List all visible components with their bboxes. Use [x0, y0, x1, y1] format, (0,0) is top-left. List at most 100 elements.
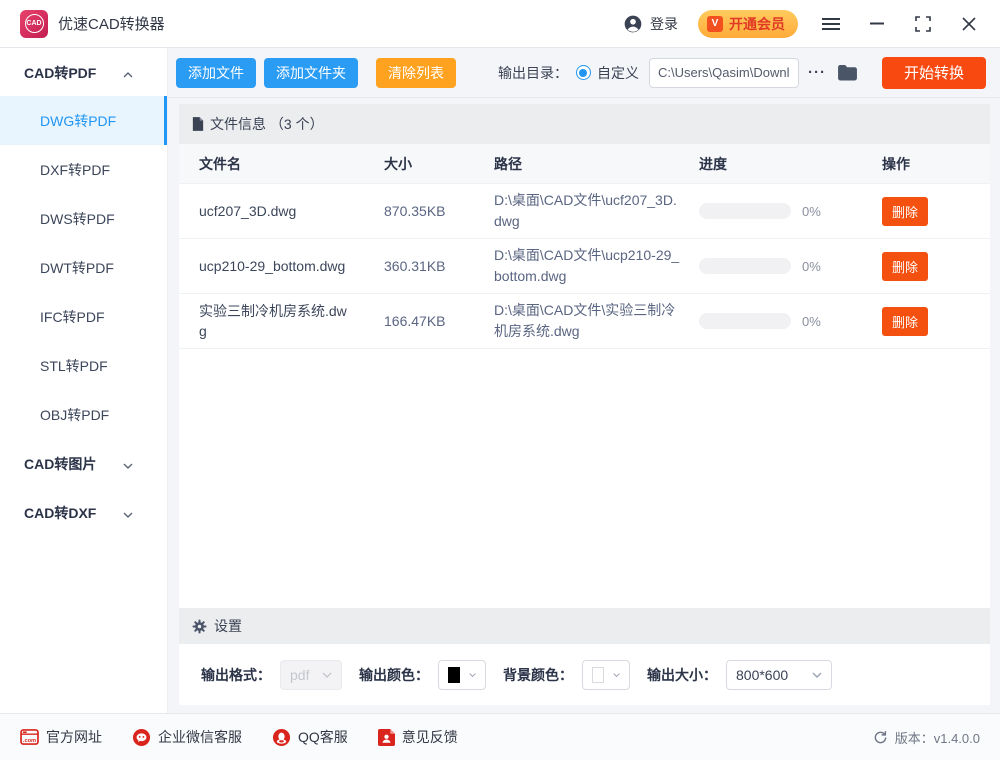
wechat-service-link[interactable]: 企业微信客服 [132, 727, 242, 747]
menu-button[interactable] [818, 11, 844, 37]
bg-color-select[interactable] [582, 660, 630, 690]
settings-header: 设置 [179, 608, 990, 644]
custom-radio[interactable] [576, 65, 591, 80]
progress-bar [699, 313, 791, 329]
table-header: 文件名 大小 路径 进度 操作 [179, 144, 990, 184]
progress-value: 0% [802, 314, 821, 329]
sidebar: CAD转PDF DWG转PDF DXF转PDF DWS转PDF DWT转PDF … [0, 48, 168, 713]
app-title: 优速CAD转换器 [58, 13, 165, 34]
file-info-title: 文件信息 （3 个） [210, 114, 324, 134]
file-info-header: 文件信息 （3 个） [179, 104, 990, 144]
file-name: ucp210-29_bottom.dwg [199, 256, 384, 276]
chevron-down-icon [123, 456, 133, 472]
chevron-down-icon [123, 505, 133, 521]
sidebar-group-cad-to-dxf[interactable]: CAD转DXF [0, 488, 167, 537]
sidebar-item-obj-to-pdf[interactable]: OBJ转PDF [0, 390, 167, 439]
titlebar: CAD 优速CAD转换器 登录 V 开通会员 [0, 0, 1000, 48]
folder-icon [837, 64, 858, 81]
output-size-label: 输出大小： [647, 665, 717, 685]
color-swatch [448, 667, 460, 683]
browse-more-button[interactable]: ··· [808, 64, 826, 81]
empty-area [179, 349, 990, 608]
file-size: 870.35KB [384, 203, 494, 219]
official-website-link[interactable]: .com 官方网址 [20, 727, 102, 747]
sidebar-group-cad-to-pdf[interactable]: CAD转PDF [0, 50, 167, 96]
custom-radio-label: 自定义 [597, 63, 639, 83]
output-size-select[interactable]: 800*600 [726, 660, 832, 690]
sidebar-item-ifc-to-pdf[interactable]: IFC转PDF [0, 292, 167, 341]
version-area: 版本：v1.4.0.0 [873, 728, 980, 747]
vip-icon: V [707, 16, 723, 32]
minimize-icon [870, 22, 884, 25]
progress-bar [699, 258, 791, 274]
bg-color-label: 背景颜色： [503, 665, 573, 685]
settings-title: 设置 [214, 616, 242, 636]
start-convert-button[interactable]: 开始转换 [882, 57, 986, 89]
output-format-label: 输出格式： [201, 665, 271, 685]
output-format-select[interactable]: pdf [280, 660, 342, 690]
progress-value: 0% [802, 259, 821, 274]
file-size: 360.31KB [384, 258, 494, 274]
version-label: 版本：v1.4.0.0 [895, 728, 980, 747]
sidebar-item-dws-to-pdf[interactable]: DWS转PDF [0, 194, 167, 243]
document-icon [192, 117, 204, 131]
svg-text:.com: .com [23, 738, 36, 744]
website-icon: .com [20, 729, 39, 745]
output-color-label: 输出颜色： [359, 665, 429, 685]
output-dir-label: 输出目录： [498, 63, 568, 83]
file-path: D:\桌面\CAD文件\ucp210-29_bottom.dwg [494, 245, 699, 287]
col-progress: 进度 [699, 154, 882, 174]
minimize-button[interactable] [864, 11, 890, 37]
feedback-icon [378, 729, 395, 746]
sidebar-group-cad-to-image[interactable]: CAD转图片 [0, 439, 167, 488]
open-folder-button[interactable] [837, 64, 858, 81]
col-action: 操作 [882, 154, 970, 174]
chevron-up-icon [123, 65, 133, 81]
main-area: 添加文件 添加文件夹 清除列表 输出目录： 自定义 ··· 开始转换 [168, 48, 1000, 713]
output-path-input[interactable] [649, 58, 799, 88]
col-size: 大小 [384, 154, 494, 174]
refresh-icon[interactable] [873, 730, 888, 745]
chevron-down-icon [322, 672, 332, 678]
delete-button[interactable]: 删除 [882, 307, 928, 336]
progress-bar [699, 203, 791, 219]
file-name: ucf207_3D.dwg [199, 201, 384, 221]
app-window: CAD 优速CAD转换器 登录 V 开通会员 [0, 0, 1000, 760]
file-name: 实验三制冷机房系统.dwg [199, 301, 384, 342]
table-row: ucf207_3D.dwg 870.35KB D:\桌面\CAD文件\ucf20… [179, 184, 990, 239]
sidebar-item-dwt-to-pdf[interactable]: DWT转PDF [0, 243, 167, 292]
qq-service-link[interactable]: QQ客服 [272, 727, 348, 747]
add-file-button[interactable]: 添加文件 [176, 58, 256, 88]
sidebar-item-dxf-to-pdf[interactable]: DXF转PDF [0, 145, 167, 194]
wechat-service-icon [132, 728, 151, 747]
table-row: ucp210-29_bottom.dwg 360.31KB D:\桌面\CAD文… [179, 239, 990, 294]
toolbar: 添加文件 添加文件夹 清除列表 输出目录： 自定义 ··· 开始转换 [168, 48, 1000, 98]
login-label: 登录 [650, 14, 678, 34]
sidebar-item-dwg-to-pdf[interactable]: DWG转PDF [0, 96, 167, 145]
delete-button[interactable]: 删除 [882, 197, 928, 226]
clear-list-button[interactable]: 清除列表 [376, 58, 456, 88]
open-vip-button[interactable]: V 开通会员 [698, 10, 798, 38]
delete-button[interactable]: 删除 [882, 252, 928, 281]
user-icon [623, 14, 643, 34]
app-logo-icon: CAD [20, 10, 48, 38]
sidebar-item-stl-to-pdf[interactable]: STL转PDF [0, 341, 167, 390]
maximize-icon [915, 16, 931, 32]
close-button[interactable] [956, 11, 982, 37]
col-filename: 文件名 [199, 154, 384, 174]
maximize-button[interactable] [910, 11, 936, 37]
qq-service-icon [272, 728, 291, 747]
chevron-down-icon [613, 672, 620, 678]
hamburger-icon [822, 17, 840, 31]
file-path: D:\桌面\CAD文件\实验三制冷机房系统.dwg [494, 300, 699, 342]
vip-label: 开通会员 [729, 14, 785, 34]
settings-row: 输出格式： pdf 输出颜色： 背景颜色： [179, 644, 990, 705]
output-color-select[interactable] [438, 660, 486, 690]
add-folder-button[interactable]: 添加文件夹 [264, 58, 358, 88]
gear-icon [192, 619, 207, 634]
file-panel: 文件信息 （3 个） 文件名 大小 路径 进度 操作 ucf207_3D.dwg… [179, 104, 990, 705]
feedback-link[interactable]: 意见反馈 [378, 727, 458, 747]
chevron-down-icon [469, 672, 476, 678]
login-button[interactable]: 登录 [623, 14, 678, 34]
color-swatch [592, 667, 604, 683]
